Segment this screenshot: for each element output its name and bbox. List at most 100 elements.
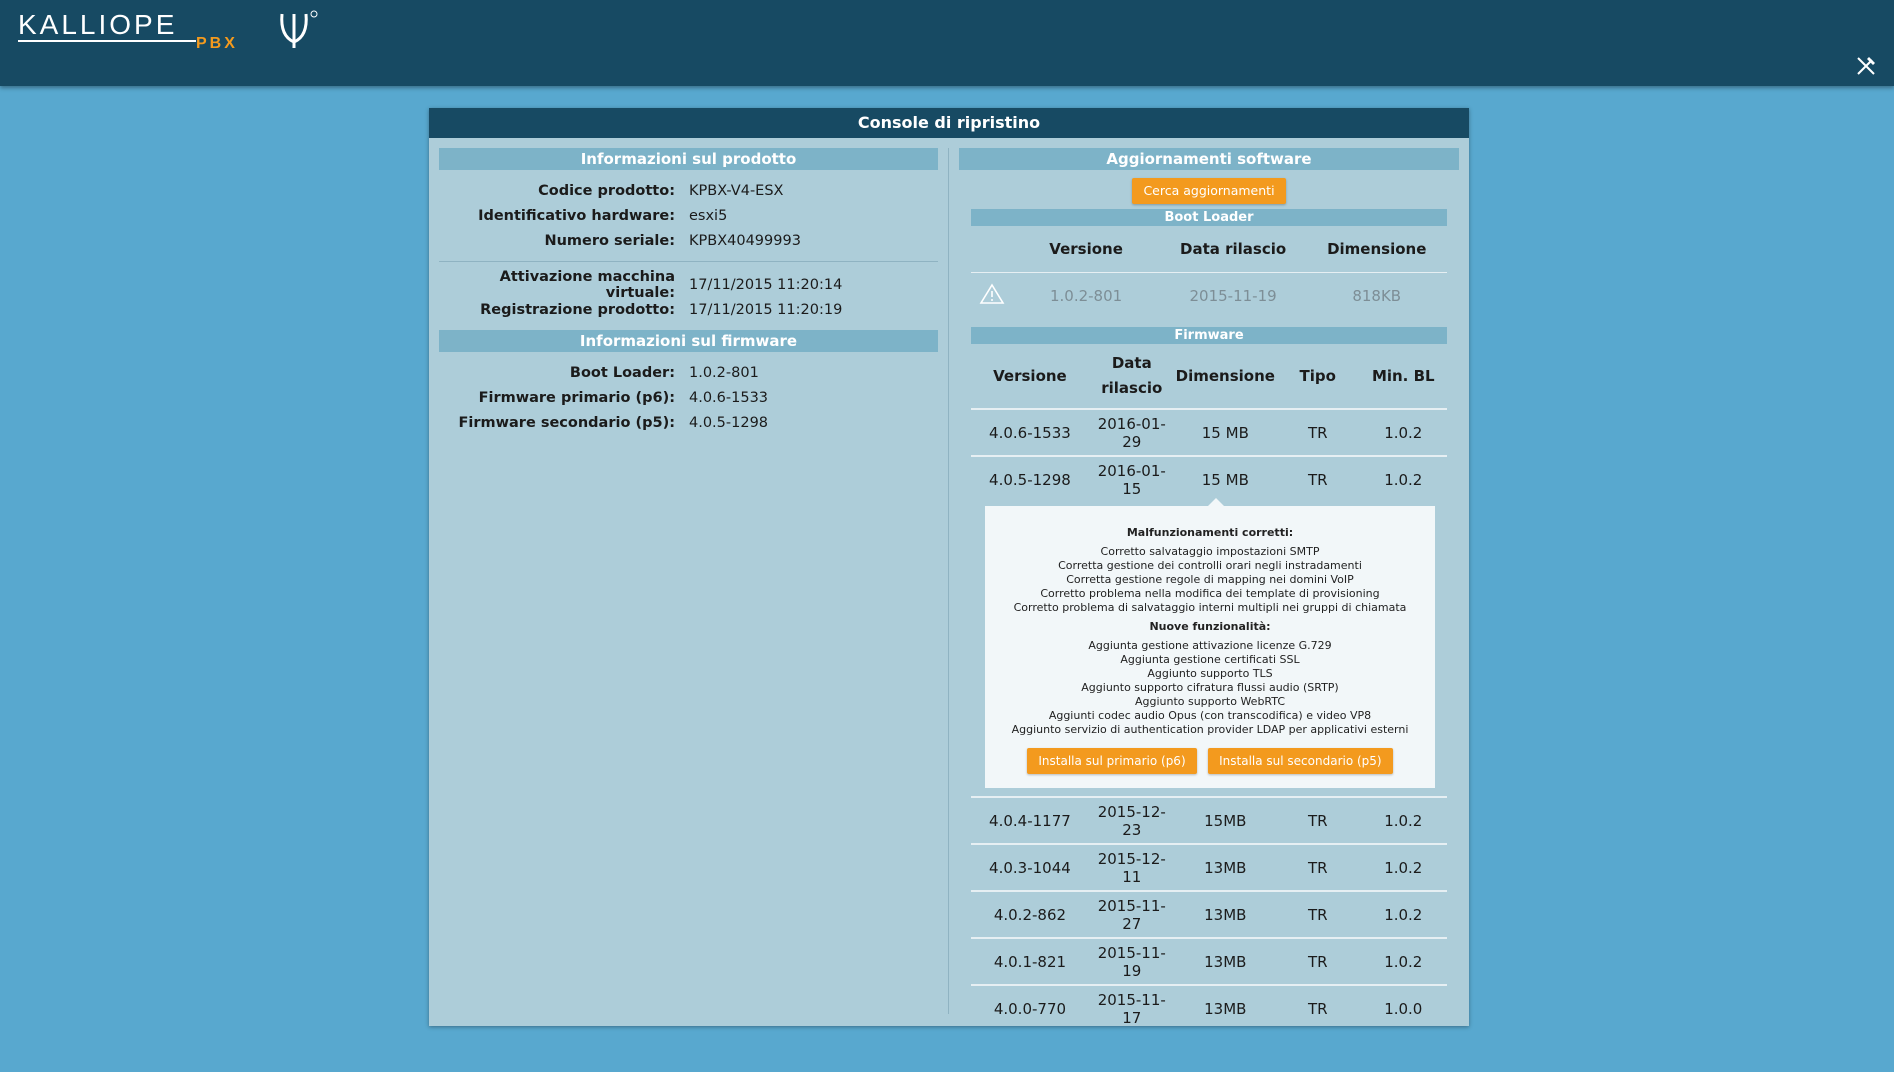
kalliope-pbx-logo: KALLIOPE PBX [18,9,318,52]
feature-item: Aggiunto supporto TLS [1147,667,1273,680]
recovery-console-panel: Console di ripristino Informazioni sul p… [429,108,1469,1031]
info-row: Numero seriale: KPBX40499993 [439,228,938,253]
firmware-size: 13MB [1174,890,1276,938]
bootloader-row[interactable]: 1.0.2-801 2015-11-19 818KB [971,272,1447,319]
info-row: Registrazione prodotto: 17/11/2015 11:20… [439,297,938,322]
check-updates-button[interactable]: Cerca aggiornamenti [1132,178,1286,204]
firmware-info-header: Informazioni sul firmware [439,330,938,352]
column-header-version: Versione [993,366,1067,385]
feature-item: Aggiunto supporto WebRTC [1134,695,1286,708]
svg-text:KALLIOPE: KALLIOPE [18,9,177,40]
column-header-type: Tipo [1299,366,1336,385]
feature-item: Aggiunto supporto cifratura flussi audio… [1081,681,1339,694]
popover-arrow [1208,498,1224,506]
column-header-version: Versione [1049,240,1123,258]
firmware-min-bl: 1.0.2 [1359,937,1447,985]
column-header-size: Dimensione [1175,366,1275,385]
divider [439,261,938,262]
firmware-size: 13MB [1174,937,1276,985]
feature-item: Aggiunta gestione attivazione licenze G.… [1088,639,1332,652]
svg-text:PBX: PBX [196,35,238,52]
firmware-header: Firmware [971,327,1447,344]
firmware-row[interactable]: 4.0.2-862 2015-11-27 13MB TR 1.0.2 [971,890,1447,938]
column-header-release-date: Data rilascio [1101,354,1163,397]
firmware-date: 2015-12-11 [1088,843,1175,891]
info-value: 1.0.2-801 [689,364,759,381]
info-row: Firmware primario (p6): 4.0.6-1533 [439,385,938,410]
firmware-date: 2015-11-27 [1088,890,1175,938]
info-row: Identificativo hardware: esxi5 [439,203,938,228]
bootloader-table: Versione Data rilascio Dimensione 1.0.2-… [971,226,1447,319]
firmware-row[interactable]: 4.0.1-821 2015-11-19 13MB TR 1.0.2 [971,937,1447,985]
feature-item: Aggiunto servizio di authentication prov… [1011,723,1409,736]
firmware-version: 4.0.3-1044 [971,843,1089,891]
firmware-date: 2015-12-23 [1088,796,1175,844]
info-value: 17/11/2015 11:20:19 [689,301,843,318]
info-row: Attivazione macchina virtuale: 17/11/201… [439,269,938,301]
fix-item: Corretto salvataggio impostazioni SMTP [1100,545,1320,558]
info-row: Codice prodotto: KPBX-V4-ESX [439,178,938,203]
fix-item: Corretta gestione regole di mapping nei … [1066,573,1354,586]
fix-item: Corretta gestione dei controlli orari ne… [1058,559,1362,572]
fix-item: Corretto problema nella modifica dei tem… [1040,587,1380,600]
firmware-type: TR [1275,937,1360,985]
firmware-type: TR [1275,408,1360,456]
product-info-column: Informazioni sul prodotto Codice prodott… [439,148,938,435]
info-label: Codice prodotto: [538,182,675,199]
product-info-header: Informazioni sul prodotto [439,148,938,170]
bootloader-version: 1.0.2-801 [1012,272,1160,319]
info-value: esxi5 [689,207,728,224]
fixes-title: Malfunzionamenti corretti: [1126,526,1294,539]
firmware-date: 2016-01-29 [1088,408,1175,456]
firmware-row[interactable]: 4.0.6-1533 2016-01-29 15 MB TR 1.0.2 [971,408,1447,456]
firmware-row[interactable]: 4.0.4-1177 2015-12-23 15MB TR 1.0.2 [971,796,1447,844]
firmware-min-bl: 1.0.2 [1359,843,1447,891]
info-label: Identificativo hardware: [478,207,675,224]
firmware-type: TR [1275,843,1360,891]
firmware-date: 2015-11-17 [1088,984,1175,1031]
info-row: Boot Loader: 1.0.2-801 [439,360,938,385]
firmware-type: TR [1275,455,1360,502]
info-value: KPBX-V4-ESX [689,182,784,199]
column-header-size: Dimensione [1327,240,1427,258]
info-value: 4.0.6-1533 [689,389,769,406]
firmware-size: 13MB [1174,843,1276,891]
software-updates-column: Aggiornamenti software Cerca aggiornamen… [959,148,1459,1031]
info-row: Firmware secondario (p5): 4.0.5-1298 [439,410,938,435]
firmware-type: TR [1275,796,1360,844]
firmware-version: 4.0.2-862 [971,890,1089,938]
warning-icon [971,272,1013,319]
feature-item: Aggiunta gestione certificati SSL [1120,653,1300,666]
software-updates-header: Aggiornamenti software [959,148,1459,170]
firmware-row[interactable]: 4.0.3-1044 2015-12-11 13MB TR 1.0.2 [971,843,1447,891]
bootloader-date: 2015-11-19 [1159,272,1307,319]
firmware-version: 4.0.4-1177 [971,796,1089,844]
firmware-version: 4.0.6-1533 [971,408,1089,456]
info-label: Firmware primario (p6): [478,389,675,406]
firmware-type: TR [1275,890,1360,938]
firmware-min-bl: 1.0.2 [1359,796,1447,844]
top-bar: KALLIOPE PBX [0,0,1894,86]
firmware-min-bl: 1.0.2 [1359,455,1447,502]
firmware-date: 2016-01-15 [1088,455,1175,502]
tools-icon[interactable] [1855,55,1877,77]
firmware-size: 15MB [1174,796,1276,844]
features-title: Nuove funzionalità: [1149,620,1271,633]
info-label: Firmware secondario (p5): [458,414,675,431]
firmware-type: TR [1275,984,1360,1031]
info-label: Numero seriale: [544,232,675,249]
info-value: KPBX40499993 [689,232,801,249]
bootloader-header: Boot Loader [971,209,1447,226]
install-secondary-button[interactable]: Installa sul secondario (p5) [1208,748,1393,774]
firmware-row-selected[interactable]: 4.0.5-1298 2016-01-15 15 MB TR 1.0.2 [971,455,1447,502]
firmware-date: 2015-11-19 [1088,937,1175,985]
firmware-row[interactable]: 4.0.0-770 2015-11-17 13MB TR 1.0.0 [971,984,1447,1031]
info-label: Boot Loader: [569,364,675,381]
firmware-table: Versione Data rilascio Dimensione Tipo Mi… [971,344,1447,1031]
firmware-version: 4.0.0-770 [971,984,1089,1031]
info-label: Registrazione prodotto: [480,301,675,318]
install-primary-button[interactable]: Installa sul primario (p6) [1027,748,1197,774]
column-header-release-date: Data rilascio [1180,240,1287,258]
info-value: 4.0.5-1298 [689,414,769,431]
column-divider [948,148,949,1014]
